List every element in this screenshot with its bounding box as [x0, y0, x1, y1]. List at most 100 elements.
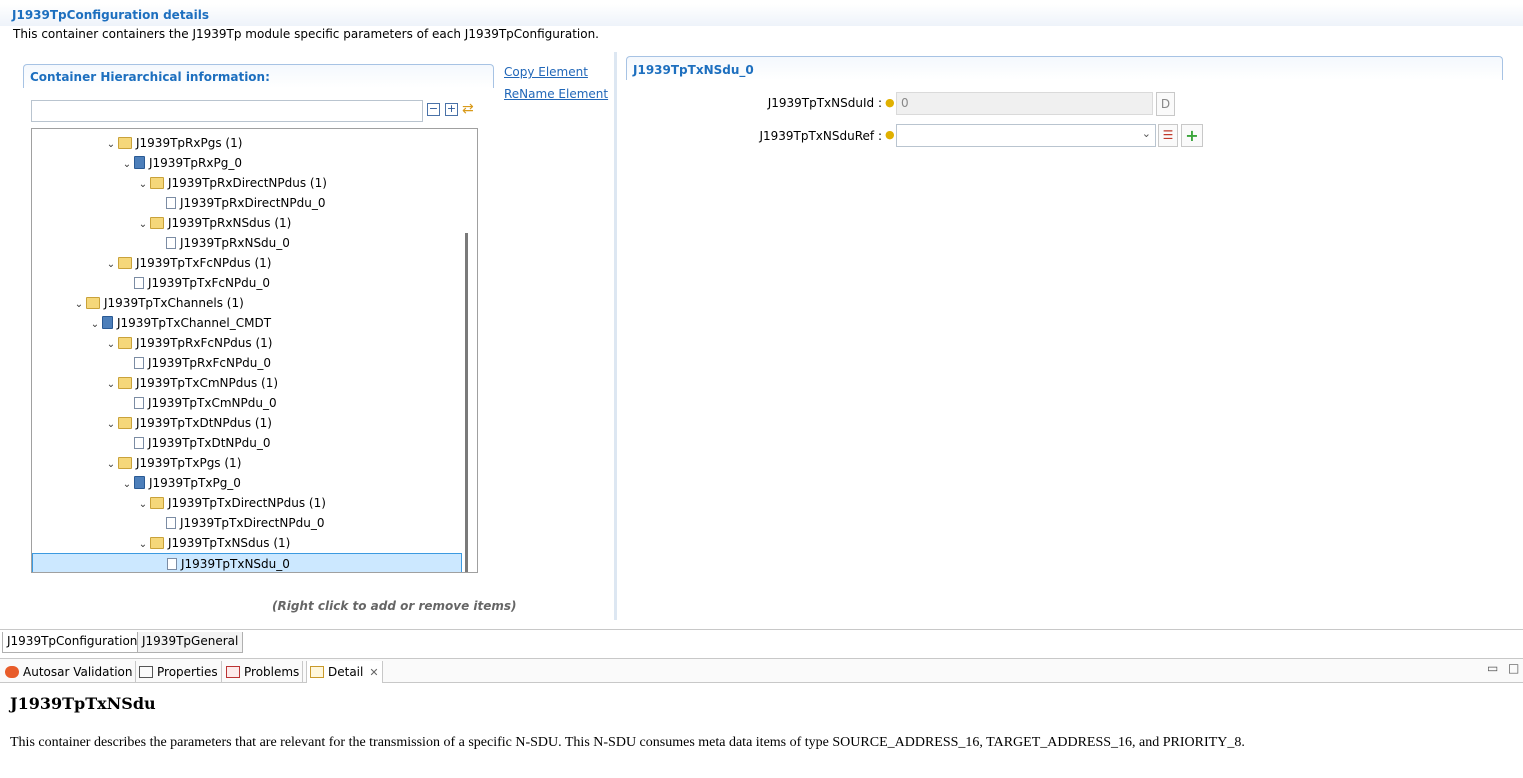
document-icon — [167, 558, 177, 570]
tree-item[interactable]: ⌄ J1939TpTxNSdus (1) — [32, 533, 462, 553]
tab-j1939tp-configuration[interactable]: J1939TpConfiguration — [2, 632, 143, 653]
tree-item[interactable]: ⌄ J1939TpTxDirectNPdus (1) — [32, 493, 462, 513]
tree-item-label: J1939TpTxFcNPdus (1) — [136, 256, 272, 270]
default-value-button[interactable]: D — [1156, 92, 1175, 116]
tab-detail[interactable]: Detail ✕ — [306, 661, 383, 683]
minimize-icon[interactable]: ▭ — [1487, 661, 1498, 675]
tab-problems[interactable]: Problems — [223, 661, 304, 683]
chevron-down-icon[interactable]: ⌄ — [88, 315, 102, 335]
chevron-down-icon[interactable]: ⌄ — [104, 255, 118, 275]
close-icon[interactable]: ✕ — [369, 666, 378, 679]
tree-item-label: J1939TpRxNSdu_0 — [180, 236, 290, 250]
chevron-down-icon[interactable]: ⌄ — [72, 295, 86, 315]
tree-item[interactable]: J1939TpTxDirectNPdu_0 — [32, 513, 462, 533]
hierarchy-section[interactable]: Container Hierarchical information: — [23, 64, 494, 88]
chevron-down-icon[interactable]: ⌄ — [104, 135, 118, 155]
document-icon — [166, 517, 176, 529]
maximize-icon[interactable]: □ — [1508, 661, 1519, 675]
add-reference-button[interactable]: + — [1181, 124, 1203, 147]
nsdu-id-field[interactable]: 0 — [896, 92, 1153, 115]
tree-item-label: J1939TpTxPgs (1) — [136, 456, 242, 470]
tree-item[interactable]: ⌄ J1939TpTxFcNPdus (1) — [32, 253, 462, 273]
reference-list-button[interactable]: ☰ — [1158, 124, 1178, 147]
container-icon — [134, 156, 145, 169]
chevron-down-icon[interactable]: ⌄ — [104, 455, 118, 475]
document-icon — [166, 197, 176, 209]
tree-item[interactable]: J1939TpRxDirectNPdu_0 — [32, 193, 462, 213]
tab-autosar-validation[interactable]: Autosar Validation — [2, 661, 137, 683]
info-bulb-icon: ● — [885, 96, 895, 109]
tree-scrollbar[interactable] — [465, 233, 468, 572]
tree-item-label: J1939TpRxPgs (1) — [136, 136, 243, 150]
chevron-down-icon[interactable]: ⌄ — [136, 535, 150, 555]
chevron-down-icon[interactable]: ⌄ — [136, 215, 150, 235]
chevron-down-icon[interactable]: ⌄ — [136, 175, 150, 195]
validation-icon — [5, 666, 19, 678]
tree-item[interactable]: J1939TpTxNSdu_0 — [32, 553, 462, 572]
tree-item[interactable]: ⌄ J1939TpRxDirectNPdus (1) — [32, 173, 462, 193]
tree-item[interactable]: ⌄ J1939TpRxPg_0 — [32, 153, 462, 173]
folder-icon — [118, 257, 132, 269]
folder-icon — [118, 377, 132, 389]
detail-icon — [310, 666, 324, 678]
tree-item[interactable]: ⌄ J1939TpRxPgs (1) — [32, 133, 462, 153]
element-section[interactable]: J1939TpTxNSdu_0 — [626, 56, 1503, 80]
chevron-down-icon[interactable]: ⌄ — [104, 335, 118, 355]
problems-icon — [226, 666, 240, 678]
tree-item[interactable]: J1939TpRxNSdu_0 — [32, 233, 462, 253]
folder-icon — [150, 177, 164, 189]
tree-item-label: J1939TpRxDirectNPdus (1) — [168, 176, 327, 190]
folder-icon — [150, 217, 164, 229]
tab-label: Properties — [157, 665, 218, 679]
collapse-all-icon[interactable]: − — [427, 103, 440, 116]
chevron-down-icon[interactable]: ⌄ — [120, 475, 134, 495]
tree-item-label: J1939TpRxPg_0 — [149, 156, 242, 170]
tree-item-label: J1939TpRxDirectNPdu_0 — [180, 196, 326, 210]
properties-icon — [139, 666, 153, 678]
chevron-down-icon[interactable]: ⌄ — [104, 415, 118, 435]
nsdu-id-label: J1939TpTxNSduId : — [767, 96, 882, 110]
splitter[interactable] — [614, 52, 617, 620]
rename-element-link[interactable]: ReName Element — [504, 87, 608, 101]
page-title: J1939TpConfiguration details — [0, 4, 1523, 26]
tree-item[interactable]: ⌄ J1939TpRxFcNPdus (1) — [32, 333, 462, 353]
tree-item[interactable]: ⌄ J1939TpTxChannels (1) — [32, 293, 462, 313]
tree-item[interactable]: J1939TpTxDtNPdu_0 — [32, 433, 462, 453]
expand-all-icon[interactable]: + — [445, 103, 458, 116]
tree-item[interactable]: ⌄ J1939TpTxCmNPdus (1) — [32, 373, 462, 393]
editor-tabs: J1939TpConfiguration J1939TpGeneral — [0, 629, 1523, 653]
tab-j1939tp-general[interactable]: J1939TpGeneral — [137, 632, 244, 653]
tree-item-label: J1939TpTxCmNPdu_0 — [148, 396, 277, 410]
tree-item[interactable]: J1939TpRxFcNPdu_0 — [32, 353, 462, 373]
tree-item[interactable]: J1939TpTxCmNPdu_0 — [32, 393, 462, 413]
chevron-down-icon[interactable]: ⌄ — [136, 495, 150, 515]
tree-item-label: J1939TpTxPg_0 — [149, 476, 241, 490]
tree-item[interactable]: ⌄ J1939TpTxDtNPdus (1) — [32, 413, 462, 433]
document-icon — [134, 397, 144, 409]
tree-item[interactable]: ⌄ J1939TpTxChannel_CMDT — [32, 313, 462, 333]
tree-filter-input[interactable] — [31, 100, 423, 122]
document-icon — [134, 277, 144, 289]
info-bulb-icon: ● — [885, 128, 895, 141]
tree-item-label: J1939TpTxFcNPdu_0 — [148, 276, 271, 290]
tree-item[interactable]: ⌄ J1939TpRxNSdus (1) — [32, 213, 462, 233]
tree-item[interactable]: ⌄ J1939TpTxPgs (1) — [32, 453, 462, 473]
tab-properties[interactable]: Properties — [136, 661, 222, 683]
tree-item[interactable]: ⌄ J1939TpTxPg_0 — [32, 473, 462, 493]
folder-icon — [150, 497, 164, 509]
tree-item-label: J1939TpRxFcNPdus (1) — [136, 336, 273, 350]
copy-element-link[interactable]: Copy Element — [504, 65, 588, 79]
element-title: J1939TpTxNSdu_0 — [633, 63, 754, 77]
container-tree[interactable]: ⌄ J1939TpRxPgs (1) ⌄ J1939TpRxPg_0 ⌄ J1939TpR… — [31, 128, 478, 573]
tree-item[interactable]: J1939TpTxFcNPdu_0 — [32, 273, 462, 293]
nsdu-ref-select[interactable]: ⌄ — [896, 124, 1156, 147]
chevron-down-icon[interactable]: ⌄ — [120, 155, 134, 175]
link-with-editor-icon[interactable]: ⇄ — [462, 101, 474, 117]
document-icon — [166, 237, 176, 249]
tree-item-label: J1939TpTxDirectNPdus (1) — [168, 496, 326, 510]
document-icon — [134, 437, 144, 449]
container-icon — [102, 316, 113, 329]
folder-icon — [118, 137, 132, 149]
tree-item-label: J1939TpRxNSdus (1) — [168, 216, 292, 230]
chevron-down-icon[interactable]: ⌄ — [104, 375, 118, 395]
